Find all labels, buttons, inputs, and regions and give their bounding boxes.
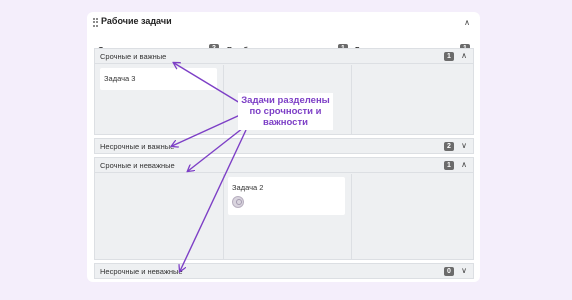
group-label: Срочные и важные <box>100 52 167 61</box>
annotation-callout: Задачи разделены по срочности и важности <box>238 93 333 130</box>
board-header: Рабочие задачи ∧ <box>87 12 480 34</box>
annotation-line: важности <box>263 117 308 128</box>
task-card[interactable]: Задача 3 <box>100 68 217 90</box>
group-count-badge: 1 <box>444 161 454 170</box>
drag-handle-icon[interactable] <box>93 18 98 27</box>
group-not-urgent-unimportant: Несрочные и неважные 0 ∨ <box>94 263 474 279</box>
annotation-line: по срочности и <box>249 106 322 117</box>
group-label: Несрочные и важные <box>100 142 175 151</box>
group-count-badge: 1 <box>444 52 454 61</box>
task-title: Задача 3 <box>104 74 136 83</box>
column-divider <box>223 65 224 135</box>
group-label: Срочные и неважные <box>100 161 175 170</box>
board-card: Рабочие задачи ∧ Очередь 2 В работе 1 Го… <box>87 12 480 282</box>
chevron-up-icon[interactable]: ∧ <box>462 18 472 28</box>
group-bar[interactable]: Срочные и важные 1 ∧ <box>95 49 473 64</box>
column-divider <box>351 174 352 260</box>
group-bar[interactable]: Несрочные и неважные 0 ∨ <box>95 264 473 279</box>
group-not-urgent-important: Несрочные и важные 2 ∨ <box>94 138 474 154</box>
board-title: Рабочие задачи <box>101 16 172 26</box>
avatar-icon[interactable] <box>232 196 244 208</box>
group-count-badge: 0 <box>444 267 454 276</box>
chevron-down-icon[interactable]: ∨ <box>459 141 469 151</box>
column-divider <box>223 174 224 260</box>
group-urgent-unimportant: Срочные и неважные 1 ∧ Задача 2 <box>94 157 474 260</box>
chevron-up-icon[interactable]: ∧ <box>459 51 469 61</box>
group-label: Несрочные и неважные <box>100 267 183 276</box>
annotation-line: Задачи разделены <box>241 95 330 106</box>
group-bar[interactable]: Срочные и неважные 1 ∧ <box>95 158 473 173</box>
chevron-down-icon[interactable]: ∨ <box>459 266 469 276</box>
column-divider <box>351 65 352 135</box>
task-card[interactable]: Задача 2 <box>228 177 345 215</box>
group-count-badge: 2 <box>444 142 454 151</box>
group-bar[interactable]: Несрочные и важные 2 ∨ <box>95 139 473 154</box>
chevron-up-icon[interactable]: ∧ <box>459 160 469 170</box>
task-title: Задача 2 <box>232 183 264 192</box>
